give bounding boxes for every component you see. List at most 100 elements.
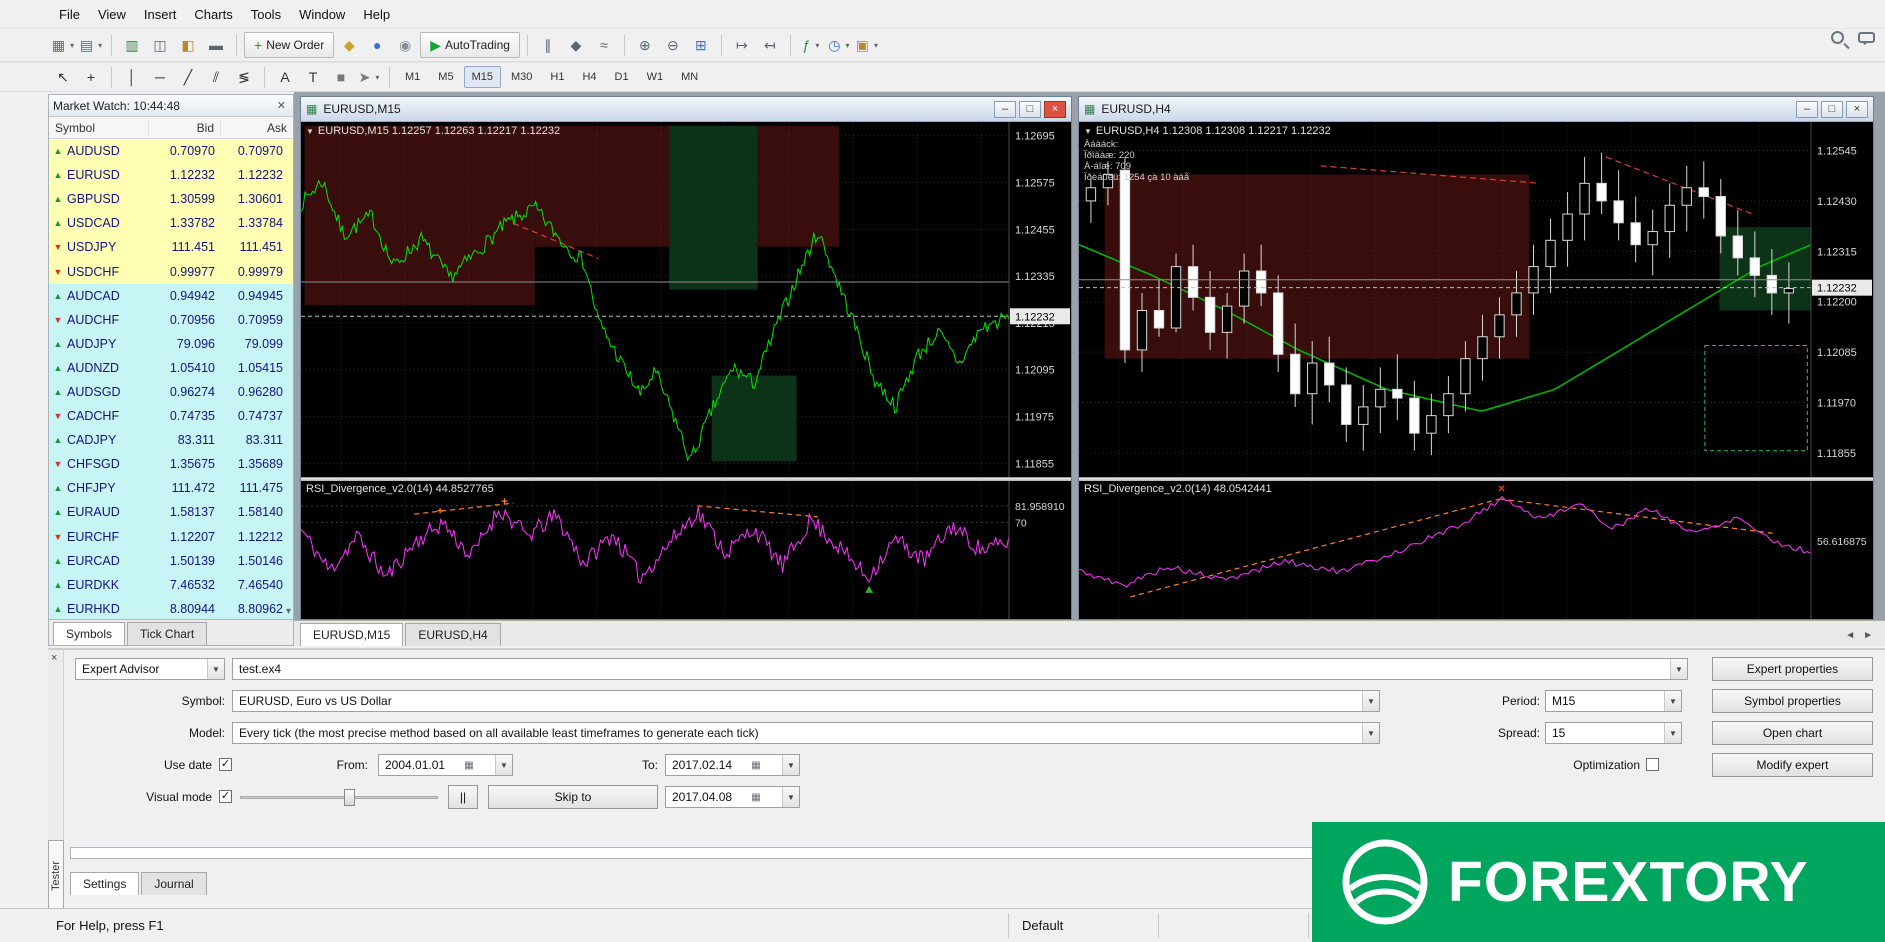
market-watch-row-usdcad[interactable]: ▲ USDCAD 1.33782 1.33784 xyxy=(49,211,293,236)
timeframe-m1-button[interactable]: M1 xyxy=(397,66,428,88)
arrows-button[interactable]: ➤ ▾ xyxy=(356,64,382,90)
navigator-button[interactable]: ◧ xyxy=(175,32,201,58)
market-watch-row-audnzd[interactable]: ▲ AUDNZD 1.05410 1.05415 xyxy=(49,355,293,380)
menu-file[interactable]: File xyxy=(50,3,89,26)
close-icon[interactable]: × xyxy=(51,652,57,664)
search-icon[interactable] xyxy=(1831,31,1844,44)
auto-scroll-button[interactable]: ↦ xyxy=(729,32,755,58)
skip-to-button[interactable]: Skip to xyxy=(488,785,658,809)
market-watch-row-eurusd[interactable]: ▲ EURUSD 1.12232 1.12232 xyxy=(49,163,293,188)
timeframe-h4-button[interactable]: H4 xyxy=(574,66,604,88)
new-order-button[interactable]: + New Order xyxy=(244,32,335,58)
equidistant-channel-button[interactable]: ⫽ xyxy=(203,64,229,90)
templates-button[interactable]: ▣ ▾ xyxy=(854,32,880,58)
m15-title-bar[interactable]: ▦ EURUSD,M15 – □ × xyxy=(301,97,1071,122)
timeframe-m30-button[interactable]: M30 xyxy=(503,66,540,88)
zoom-in-button[interactable]: ⊕ xyxy=(632,32,658,58)
timeframe-d1-button[interactable]: D1 xyxy=(607,66,637,88)
community-button[interactable]: ◉ xyxy=(392,32,418,58)
skip-to-date-input[interactable]: 2017.04.08 ▦ ▼ xyxy=(665,786,800,808)
h4-price-chart[interactable]: 1.12545 1.12430 1.12315 1.12200 1.12085 1.119… xyxy=(1079,122,1873,477)
period-select[interactable]: M15 ▼ xyxy=(1545,690,1682,712)
restore-icon[interactable]: □ xyxy=(1019,100,1041,118)
column-symbol[interactable]: Symbol xyxy=(49,120,149,135)
symbol-select[interactable]: EURUSD, Euro vs US Dollar ▼ xyxy=(232,690,1380,712)
timeframe-mn-button[interactable]: MN xyxy=(673,66,706,88)
market-watch-column-headers[interactable]: Symbol Bid Ask xyxy=(49,117,293,139)
autotrading-button[interactable]: ▶ AutoTrading xyxy=(420,32,520,58)
market-watch-row-audcad[interactable]: ▲ AUDCAD 0.94942 0.94945 xyxy=(49,283,293,308)
market-watch-row-audjpy[interactable]: ▲ AUDJPY 79.096 79.099 xyxy=(49,331,293,356)
market-watch-row-gbpusd[interactable]: ▲ GBPUSD 1.30599 1.30601 xyxy=(49,187,293,212)
zoom-out-button[interactable]: ⊖ xyxy=(660,32,686,58)
vertical-line-button[interactable]: │ xyxy=(119,64,145,90)
timeframe-h1-button[interactable]: H1 xyxy=(542,66,572,88)
shapes-button[interactable]: ■ xyxy=(328,64,354,90)
market-watch-row-eurchf[interactable]: ▼ EURCHF 1.12207 1.12212 xyxy=(49,524,293,549)
candlestick-chart-button[interactable]: ◆ xyxy=(563,32,589,58)
market-watch-button[interactable]: ▥ xyxy=(119,32,145,58)
expert-properties-button[interactable]: Expert properties xyxy=(1712,657,1873,681)
menu-window[interactable]: Window xyxy=(290,3,354,26)
open-chart-button[interactable]: Open chart xyxy=(1712,721,1873,745)
trendline-button[interactable]: ╱ xyxy=(175,64,201,90)
expert-type-select[interactable]: Expert Advisor ▼ xyxy=(75,658,225,680)
bar-chart-button[interactable]: ∥ xyxy=(535,32,561,58)
profiles-button[interactable]: ▤ ▾ xyxy=(78,32,104,58)
scroll-down-icon[interactable]: ▾ xyxy=(286,606,291,617)
market-watch-row-usdchf[interactable]: ▼ USDCHF 0.99977 0.99979 xyxy=(49,259,293,284)
menu-view[interactable]: View xyxy=(89,3,135,26)
fibonacci-button[interactable]: ≶ xyxy=(231,64,257,90)
spread-select[interactable]: 15 ▼ xyxy=(1545,722,1682,744)
menu-tools[interactable]: Tools xyxy=(242,3,290,26)
market-watch-row-eurcad[interactable]: ▲ EURCAD 1.50139 1.50146 xyxy=(49,548,293,573)
indicators-button[interactable]: ƒ ▾ xyxy=(798,32,824,58)
market-watch-row-eurdkk[interactable]: ▲ EURDKK 7.46532 7.46540 xyxy=(49,572,293,597)
close-icon[interactable]: × xyxy=(1044,100,1066,118)
tester-panel-tab[interactable]: Tester xyxy=(48,840,64,912)
chart-tab-eurusd-h4[interactable]: EURUSD,H4 xyxy=(405,623,501,646)
chat-icon[interactable] xyxy=(1858,32,1875,45)
market-watch-row-cadjpy[interactable]: ▲ CADJPY 83.311 83.311 xyxy=(49,428,293,453)
chart-tab-eurusd-m15[interactable]: EURUSD,M15 xyxy=(300,623,404,646)
to-date-input[interactable]: 2017.02.14 ▦ ▼ xyxy=(665,754,800,776)
tester-tab-settings[interactable]: Settings xyxy=(70,872,140,895)
from-date-input[interactable]: 2004.01.01 ▦ ▼ xyxy=(378,754,513,776)
data-window-button[interactable]: ◫ xyxy=(147,32,173,58)
timeframe-m5-button[interactable]: M5 xyxy=(430,66,461,88)
periods-button[interactable]: ◷ ▾ xyxy=(826,32,852,58)
timeframe-m15-button[interactable]: M15 xyxy=(463,66,501,88)
optimization-checkbox[interactable] xyxy=(1646,758,1659,771)
expert-file-select[interactable]: test.ex4 ▼ xyxy=(232,658,1688,680)
close-icon[interactable]: ✕ xyxy=(274,99,289,112)
pause-button[interactable]: || xyxy=(448,785,478,809)
new-chart-button[interactable]: ▦ ▾ xyxy=(50,32,76,58)
crosshair-button[interactable]: + xyxy=(78,64,104,90)
model-select[interactable]: Every tick (the most precise method base… xyxy=(232,722,1380,744)
close-icon[interactable]: × xyxy=(1846,100,1868,118)
metaquotes-button[interactable]: ● xyxy=(364,32,390,58)
terminal-button[interactable]: ▬ xyxy=(203,32,229,58)
menu-charts[interactable]: Charts xyxy=(185,3,241,26)
market-watch-row-audusd[interactable]: ▲ AUDUSD 0.70970 0.70970 xyxy=(49,139,293,164)
status-profile[interactable]: Default xyxy=(1022,909,1063,942)
tab-scroll-right-icon[interactable]: ► xyxy=(1863,630,1873,641)
slider-thumb[interactable] xyxy=(344,789,355,806)
tab-scroll-left-icon[interactable]: ◄ xyxy=(1845,630,1855,641)
m15-price-chart[interactable]: 1.126951.125751.124551.123351.122151.120… xyxy=(301,122,1071,477)
market-watch-row-audchf[interactable]: ▼ AUDCHF 0.70956 0.70959 xyxy=(49,307,293,332)
market-watch-row-cadchf[interactable]: ▼ CADCHF 0.74735 0.74737 xyxy=(49,404,293,429)
text-button[interactable]: A xyxy=(272,64,298,90)
horizontal-line-button[interactable]: ─ xyxy=(147,64,173,90)
minimize-icon[interactable]: – xyxy=(994,100,1016,118)
visual-mode-checkbox[interactable]: ✓ xyxy=(219,790,232,803)
minimize-icon[interactable]: – xyxy=(1796,100,1818,118)
metaeditor-button[interactable]: ◆ xyxy=(336,32,362,58)
text-label-button[interactable]: T xyxy=(300,64,326,90)
tile-windows-button[interactable]: ⊞ xyxy=(688,32,714,58)
menu-help[interactable]: Help xyxy=(354,3,399,26)
tester-tab-journal[interactable]: Journal xyxy=(141,872,207,895)
tab-symbols[interactable]: Symbols xyxy=(53,622,126,645)
column-ask[interactable]: Ask xyxy=(221,121,293,135)
market-watch-row-euraud[interactable]: ▲ EURAUD 1.58137 1.58140 xyxy=(49,500,293,525)
